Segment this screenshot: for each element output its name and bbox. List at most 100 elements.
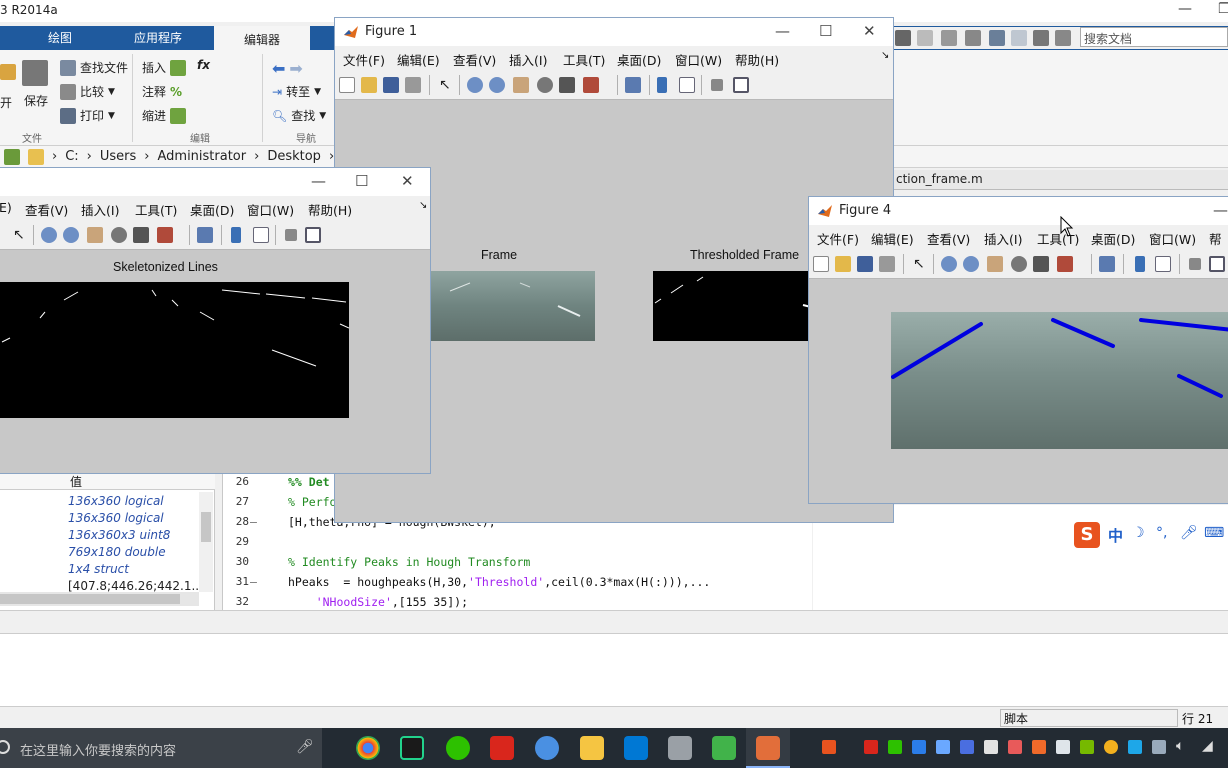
- data-cursor-icon[interactable]: [133, 227, 149, 243]
- keyboard-icon[interactable]: ⌨: [1204, 525, 1224, 541]
- command-window[interactable]: [0, 634, 1228, 706]
- search-docs-input[interactable]: 搜索文档: [1080, 27, 1228, 47]
- dock-arrow-icon[interactable]: ↘: [881, 50, 889, 61]
- menu-window[interactable]: 窗口(W): [1149, 229, 1196, 248]
- minimize-icon[interactable]: —: [1178, 1, 1192, 17]
- brush-icon[interactable]: [157, 227, 173, 243]
- new-figure-icon[interactable]: [813, 256, 829, 272]
- new-figure-icon[interactable]: [339, 77, 355, 93]
- show-plot-tools-icon[interactable]: [733, 77, 749, 93]
- tab-editor[interactable]: 编辑器: [214, 26, 310, 50]
- file-explorer-icon[interactable]: [580, 736, 604, 760]
- close-icon[interactable]: ✕: [863, 22, 876, 40]
- arrow-left-icon[interactable]: ⬅: [272, 59, 285, 78]
- save-big-icon[interactable]: [22, 60, 48, 86]
- tab-plots[interactable]: 绘图: [20, 26, 100, 50]
- rotate-icon[interactable]: [537, 77, 553, 93]
- menu-file[interactable]: 文件(F): [343, 50, 385, 69]
- pan-icon[interactable]: [87, 227, 103, 243]
- fx-button[interactable]: fx: [197, 58, 210, 72]
- maximize-icon[interactable]: ☐: [355, 172, 368, 190]
- workspace-row[interactable]: 136x360 logical: [68, 494, 164, 508]
- open-button[interactable]: [0, 64, 16, 80]
- menu-view[interactable]: 查看(V): [453, 50, 496, 69]
- workspace-row[interactable]: 769x180 double: [68, 545, 166, 559]
- colorbar-icon[interactable]: [657, 77, 667, 93]
- scrollbar-thumb[interactable]: [0, 594, 180, 604]
- half-width-icon[interactable]: ☽: [1132, 525, 1145, 541]
- path-segment[interactable]: C:: [65, 149, 78, 164]
- menu-window[interactable]: 窗口(W): [675, 50, 722, 69]
- tray-icon[interactable]: [1008, 740, 1022, 754]
- colorbar-icon[interactable]: [231, 227, 241, 243]
- ime-language-toggle[interactable]: 中: [1108, 525, 1123, 546]
- menu-view[interactable]: 查看(V): [927, 229, 970, 248]
- save-icon[interactable]: [383, 77, 399, 93]
- pan-icon[interactable]: [513, 77, 529, 93]
- taskbar-search-box[interactable]: 在这里输入你要搜索的内容 🎤︎: [0, 728, 322, 768]
- wifi-icon[interactable]: ◢: [1202, 738, 1213, 754]
- goto-button[interactable]: ⇥ 转至 ▼: [272, 83, 321, 100]
- tab-apps[interactable]: 应用程序: [118, 26, 198, 50]
- pointer-icon[interactable]: ↖: [439, 77, 455, 93]
- microphone-icon[interactable]: 🎤︎: [1180, 525, 1198, 541]
- minimize-icon[interactable]: —: [311, 172, 326, 190]
- pycharm-icon[interactable]: [400, 736, 424, 760]
- pointer-icon[interactable]: ↖: [913, 256, 929, 272]
- volume-icon[interactable]: 🔈︎: [1176, 738, 1184, 754]
- brush-icon[interactable]: [1057, 256, 1073, 272]
- zoom-in-icon[interactable]: [41, 227, 57, 243]
- wps-tray-icon[interactable]: [864, 740, 878, 754]
- menu-tools[interactable]: 工具(T): [135, 200, 177, 219]
- path-segment[interactable]: Users: [100, 149, 136, 164]
- redo-icon[interactable]: [1011, 30, 1027, 46]
- workspace-horizontal-scrollbar[interactable]: [0, 592, 199, 606]
- wps-icon[interactable]: [490, 736, 514, 760]
- link-icon[interactable]: [1099, 256, 1115, 272]
- zoom-in-icon[interactable]: [467, 77, 483, 93]
- indent-button[interactable]: 缩进: [142, 107, 187, 124]
- save-icon[interactable]: [857, 256, 873, 272]
- menu-insert[interactable]: 插入(I): [984, 229, 1022, 248]
- comment-button[interactable]: 注释%: [142, 83, 182, 100]
- menu-file[interactable]: 文件(F): [817, 229, 859, 248]
- path-segment[interactable]: Administrator: [157, 149, 246, 164]
- menu-desktop[interactable]: 桌面(D): [190, 200, 234, 219]
- browse-folder-icon[interactable]: [4, 148, 20, 165]
- close-icon[interactable]: ✕: [401, 172, 414, 190]
- workspace-row[interactable]: [407.8;446.26;442.1...: [68, 579, 203, 593]
- copy-icon[interactable]: [941, 30, 957, 46]
- hide-plot-tools-icon[interactable]: [1189, 258, 1201, 270]
- menu-help[interactable]: 帮助(H): [308, 200, 352, 219]
- shield-icon[interactable]: [984, 740, 998, 754]
- link-icon[interactable]: [625, 77, 641, 93]
- microphone-icon[interactable]: 🎤︎: [296, 739, 314, 755]
- app-icon[interactable]: [712, 736, 736, 760]
- menu-edit[interactable]: 编辑(E): [397, 50, 440, 69]
- show-plot-tools-icon[interactable]: [1209, 256, 1225, 272]
- colorbar-icon[interactable]: [1135, 256, 1145, 272]
- find-files-button[interactable]: 查找文件: [60, 59, 128, 76]
- tray-icon[interactable]: [912, 740, 926, 754]
- switch-windows-icon[interactable]: [1033, 30, 1049, 46]
- zoom-out-icon[interactable]: [489, 77, 505, 93]
- dock-arrow-icon[interactable]: ↘: [419, 200, 427, 211]
- workspace-row[interactable]: 136x360x3 uint8: [68, 528, 170, 542]
- baidu-netdisk-icon[interactable]: [535, 736, 559, 760]
- zoom-in-icon[interactable]: [941, 256, 957, 272]
- sogou-tray-icon[interactable]: [822, 740, 836, 754]
- nvidia-icon[interactable]: [1080, 740, 1094, 754]
- maximize-icon[interactable]: ☐: [819, 22, 832, 40]
- menu-help[interactable]: 帮助(H): [735, 50, 779, 69]
- save-icon[interactable]: [895, 30, 911, 46]
- menu-edit[interactable]: E): [0, 200, 12, 215]
- save-label[interactable]: 保存: [24, 92, 48, 109]
- hide-plot-tools-icon[interactable]: [285, 229, 297, 241]
- print-button[interactable]: 打印 ▼: [60, 107, 115, 124]
- arrow-right-icon[interactable]: ➡: [289, 59, 302, 78]
- cut-icon[interactable]: [917, 30, 933, 46]
- link-icon[interactable]: [197, 227, 213, 243]
- workspace-row[interactable]: 1x4 struct: [68, 562, 129, 576]
- insert-button[interactable]: 插入: [142, 59, 187, 76]
- brush-icon[interactable]: [583, 77, 599, 93]
